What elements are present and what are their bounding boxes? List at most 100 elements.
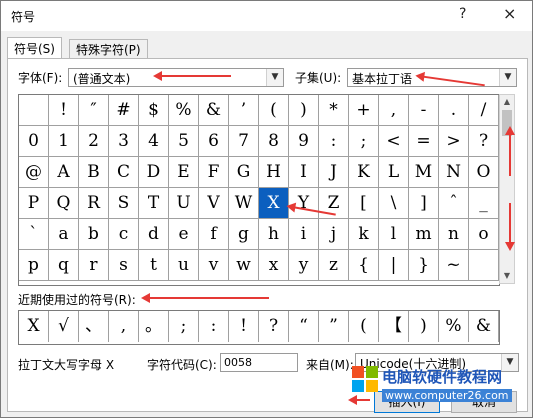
symbol-cell[interactable]: ? [469, 126, 499, 157]
symbol-cell[interactable]: V [199, 188, 229, 219]
close-button[interactable]: × [503, 4, 516, 23]
symbol-cell[interactable]: O [469, 157, 499, 188]
symbol-cell[interactable]: & [199, 95, 229, 126]
symbol-cell[interactable]: A [49, 157, 79, 188]
symbol-cell[interactable]: G [229, 157, 259, 188]
symbol-cell[interactable]: } [409, 250, 439, 281]
symbol-cell[interactable]: U [169, 188, 199, 219]
symbol-cell[interactable]: + [349, 95, 379, 126]
symbol-cell[interactable]: E [169, 157, 199, 188]
recent-symbol-cell[interactable]: X [19, 311, 49, 342]
symbol-grid-scrollbar[interactable]: ▲ ▼ [499, 94, 515, 284]
symbol-cell[interactable]: B [79, 157, 109, 188]
symbol-cell[interactable]: z [319, 250, 349, 281]
symbol-cell[interactable] [469, 250, 499, 281]
symbol-cell[interactable]: c [109, 219, 139, 250]
symbol-cell[interactable]: ) [289, 95, 319, 126]
symbol-cell[interactable]: w [229, 250, 259, 281]
symbol-cell[interactable]: 1 [49, 126, 79, 157]
symbol-cell[interactable]: > [439, 126, 469, 157]
symbol-cell[interactable]: < [379, 126, 409, 157]
symbol-cell[interactable]: D [139, 157, 169, 188]
recent-symbol-cell[interactable]: 。 [139, 311, 169, 342]
recent-symbol-cell[interactable]: , [109, 311, 139, 342]
recent-symbol-cell[interactable]: ! [229, 311, 259, 342]
symbol-cell[interactable]: M [409, 157, 439, 188]
symbol-cell[interactable]: \ [379, 188, 409, 219]
symbol-cell[interactable]: f [199, 219, 229, 250]
char-code-input[interactable]: 0058 [220, 353, 298, 372]
recent-symbol-cell[interactable]: ? [259, 311, 289, 342]
recent-symbol-cell[interactable]: : [199, 311, 229, 342]
symbol-cell[interactable]: ! [49, 95, 79, 126]
tab-symbols[interactable]: 符号(S) [7, 37, 62, 60]
symbol-cell[interactable]: P [19, 188, 49, 219]
symbol-cell[interactable]: L [379, 157, 409, 188]
symbol-cell[interactable]: l [379, 219, 409, 250]
recent-symbol-cell[interactable]: % [439, 311, 469, 342]
symbol-cell[interactable]: k [349, 219, 379, 250]
symbol-cell[interactable]: n [439, 219, 469, 250]
symbol-cell[interactable]: a [49, 219, 79, 250]
symbol-cell[interactable]: R [79, 188, 109, 219]
symbol-cell[interactable]: ] [409, 188, 439, 219]
symbol-cell[interactable]: - [409, 95, 439, 126]
symbol-cell[interactable]: ″ [79, 95, 109, 126]
symbol-cell[interactable]: ; [349, 126, 379, 157]
recent-symbol-cell[interactable]: ) [409, 311, 439, 342]
symbol-cell[interactable]: 4 [139, 126, 169, 157]
symbol-cell[interactable]: ˋ [19, 219, 49, 250]
symbol-cell[interactable]: h [259, 219, 289, 250]
symbol-cell[interactable]: N [439, 157, 469, 188]
recent-symbol-cell[interactable]: √ [49, 311, 79, 342]
symbol-cell[interactable]: K [349, 157, 379, 188]
recent-symbol-cell[interactable]: “ [289, 311, 319, 342]
symbol-cell[interactable]: % [169, 95, 199, 126]
symbol-cell[interactable]: { [349, 250, 379, 281]
symbol-cell[interactable]: 6 [199, 126, 229, 157]
symbol-cell[interactable]: ’ [229, 95, 259, 126]
symbol-cell[interactable] [19, 95, 49, 126]
symbol-cell[interactable]: 8 [259, 126, 289, 157]
symbol-cell[interactable]: W [229, 188, 259, 219]
symbol-cell[interactable]: : [319, 126, 349, 157]
symbol-cell[interactable]: d [139, 219, 169, 250]
symbol-cell[interactable]: ( [259, 95, 289, 126]
symbol-cell[interactable]: $ [139, 95, 169, 126]
symbol-cell[interactable]: 7 [229, 126, 259, 157]
symbol-cell[interactable]: , [379, 95, 409, 126]
recent-symbol-cell[interactable]: ” [319, 311, 349, 342]
help-button[interactable]: ? [459, 6, 466, 22]
symbol-cell[interactable]: S [109, 188, 139, 219]
symbol-cell[interactable]: / [469, 95, 499, 126]
symbol-cell[interactable]: X [259, 188, 289, 219]
recent-symbol-cell[interactable]: & [469, 311, 499, 342]
symbol-cell[interactable]: [ [349, 188, 379, 219]
symbol-cell[interactable]: I [289, 157, 319, 188]
symbol-cell[interactable]: m [409, 219, 439, 250]
symbol-cell[interactable]: p [19, 250, 49, 281]
symbol-cell[interactable]: # [109, 95, 139, 126]
symbol-cell[interactable]: 9 [289, 126, 319, 157]
recent-symbol-cell[interactable]: 【 [379, 311, 409, 342]
symbol-cell[interactable]: s [109, 250, 139, 281]
symbol-cell[interactable]: | [379, 250, 409, 281]
symbol-cell[interactable]: o [469, 219, 499, 250]
symbol-cell[interactable]: Q [49, 188, 79, 219]
symbol-cell[interactable]: j [319, 219, 349, 250]
symbol-cell[interactable]: 0 [19, 126, 49, 157]
symbol-cell[interactable]: y [289, 250, 319, 281]
symbol-cell[interactable]: H [259, 157, 289, 188]
scroll-up-icon[interactable]: ▲ [500, 95, 514, 109]
symbol-cell[interactable]: F [199, 157, 229, 188]
symbol-cell[interactable]: . [439, 95, 469, 126]
tab-special-characters[interactable]: 特殊字符(P) [69, 39, 148, 60]
symbol-cell[interactable]: e [169, 219, 199, 250]
symbol-cell[interactable]: b [79, 219, 109, 250]
recent-symbol-cell[interactable]: ( [349, 311, 379, 342]
symbol-cell[interactable]: q [49, 250, 79, 281]
symbol-cell[interactable]: 2 [79, 126, 109, 157]
symbol-cell[interactable]: ~ [439, 250, 469, 281]
symbol-cell[interactable]: i [289, 219, 319, 250]
symbol-cell[interactable]: J [319, 157, 349, 188]
